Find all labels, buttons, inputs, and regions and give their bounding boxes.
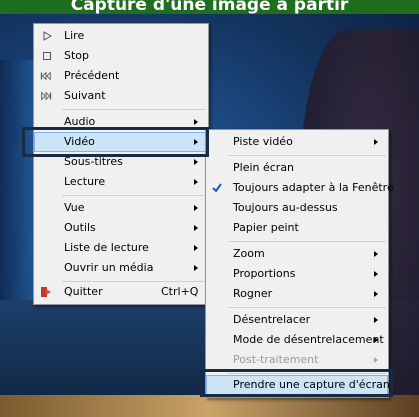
menu-item-deinterlace[interactable]: Désentrelacer [206, 310, 388, 330]
submenu-arrow-icon [194, 205, 198, 211]
submenu-arrow-icon [374, 291, 378, 297]
menu-item-label: Toujours adapter à la Fenêtre [233, 181, 394, 194]
menu-item-label: Quitter [64, 285, 103, 298]
menu-item-label: Prendre une capture d'écran [233, 378, 390, 391]
menu-item-crop[interactable]: Rogner [206, 284, 388, 304]
menu-item-stop[interactable]: Stop [34, 46, 208, 66]
submenu-arrow-icon [194, 179, 198, 185]
menu-item-label: Plein écran [233, 161, 295, 174]
submenu-arrow-icon [374, 139, 378, 145]
menu-item-label: Sous-titres [64, 155, 123, 168]
next-icon [41, 91, 52, 101]
menu-item-playlist[interactable]: Liste de lecture [34, 238, 208, 258]
play-icon [43, 31, 53, 41]
main-context-menu: Lire Stop Précédent Suivant Audio Vidéo … [33, 23, 209, 305]
menu-item-label: Stop [64, 49, 90, 62]
menu-item-label: Vue [64, 201, 85, 214]
submenu-arrow-icon [194, 119, 198, 125]
menu-item-play[interactable]: Lire [34, 26, 208, 46]
background-light-streak [0, 395, 419, 417]
menu-item-fullscreen[interactable]: Plein écran [206, 158, 388, 178]
caption-banner: Capture d'une image à partir [0, 0, 419, 14]
menu-separator [228, 307, 386, 308]
submenu-arrow-icon [194, 245, 198, 251]
menu-item-fit-window[interactable]: Toujours adapter à la Fenêtre [206, 178, 394, 198]
menu-item-video-track[interactable]: Piste vidéo [206, 132, 388, 152]
menu-item-label: Post-traitement [233, 353, 319, 366]
menu-item-playback[interactable]: Lecture [34, 172, 208, 192]
submenu-arrow-icon [374, 271, 378, 277]
menu-item-label: Piste vidéo [233, 135, 293, 148]
menu-item-video[interactable]: Vidéo [34, 132, 208, 152]
menu-item-label: Outils [64, 221, 96, 234]
menu-item-label: Liste de lecture [64, 241, 149, 254]
previous-icon [40, 71, 51, 81]
menu-item-always-on-top[interactable]: Toujours au-dessus [206, 198, 388, 218]
menu-item-take-snapshot[interactable]: Prendre une capture d'écran [206, 375, 390, 395]
menu-item-label: Désentrelacer [233, 313, 311, 326]
stop-icon [43, 52, 51, 60]
menu-item-quit[interactable]: Quitter Ctrl+Q [34, 282, 208, 302]
menu-separator [62, 195, 206, 196]
menu-item-next[interactable]: Suivant [34, 86, 208, 106]
submenu-arrow-icon [194, 159, 198, 165]
menu-separator [228, 155, 386, 156]
menu-item-label: Mode de désentrelacement [233, 333, 384, 346]
menu-item-previous[interactable]: Précédent [34, 66, 208, 86]
menu-item-audio[interactable]: Audio [34, 112, 208, 132]
menu-item-zoom[interactable]: Zoom [206, 244, 388, 264]
video-submenu: Piste vidéo Plein écran Toujours adapter… [205, 129, 394, 398]
menu-item-tools[interactable]: Outils [34, 218, 208, 238]
menu-separator [228, 241, 386, 242]
submenu-arrow-icon [194, 265, 198, 271]
menu-item-label: Vidéo [64, 135, 95, 148]
submenu-arrow-icon [194, 225, 198, 231]
menu-item-post-processing: Post-traitement [206, 350, 388, 370]
menu-item-label: Lire [64, 29, 85, 42]
menu-item-view[interactable]: Vue [34, 198, 208, 218]
menu-item-wallpaper[interactable]: Papier peint [206, 218, 388, 238]
menu-item-label: Zoom [233, 247, 265, 260]
submenu-arrow-icon [194, 139, 198, 145]
menu-item-label: Précédent [64, 69, 120, 82]
submenu-arrow-icon [374, 357, 378, 363]
submenu-arrow-icon [374, 251, 378, 257]
menu-item-label: Toujours au-dessus [233, 201, 338, 214]
menu-separator [228, 373, 386, 374]
menu-item-label: Papier peint [233, 221, 299, 234]
checkmark-icon [212, 183, 222, 193]
menu-item-label: Audio [64, 115, 96, 128]
menu-item-shortcut: Ctrl+Q [161, 285, 199, 298]
menu-item-subtitles[interactable]: Sous-titres [34, 152, 208, 172]
menu-item-label: Suivant [64, 89, 106, 102]
menu-item-label: Rogner [233, 287, 273, 300]
menu-item-open-media[interactable]: Ouvrir un média [34, 258, 208, 278]
menu-item-label: Lecture [64, 175, 106, 188]
menu-item-label: Ouvrir un média [64, 261, 154, 274]
submenu-arrow-icon [374, 337, 378, 343]
menu-item-aspect-ratio[interactable]: Proportions [206, 264, 388, 284]
menu-item-label: Proportions [233, 267, 296, 280]
submenu-arrow-icon [374, 317, 378, 323]
menu-separator [62, 109, 206, 110]
menu-item-deinterlace-mode[interactable]: Mode de désentrelacement [206, 330, 388, 350]
quit-icon [41, 287, 51, 297]
